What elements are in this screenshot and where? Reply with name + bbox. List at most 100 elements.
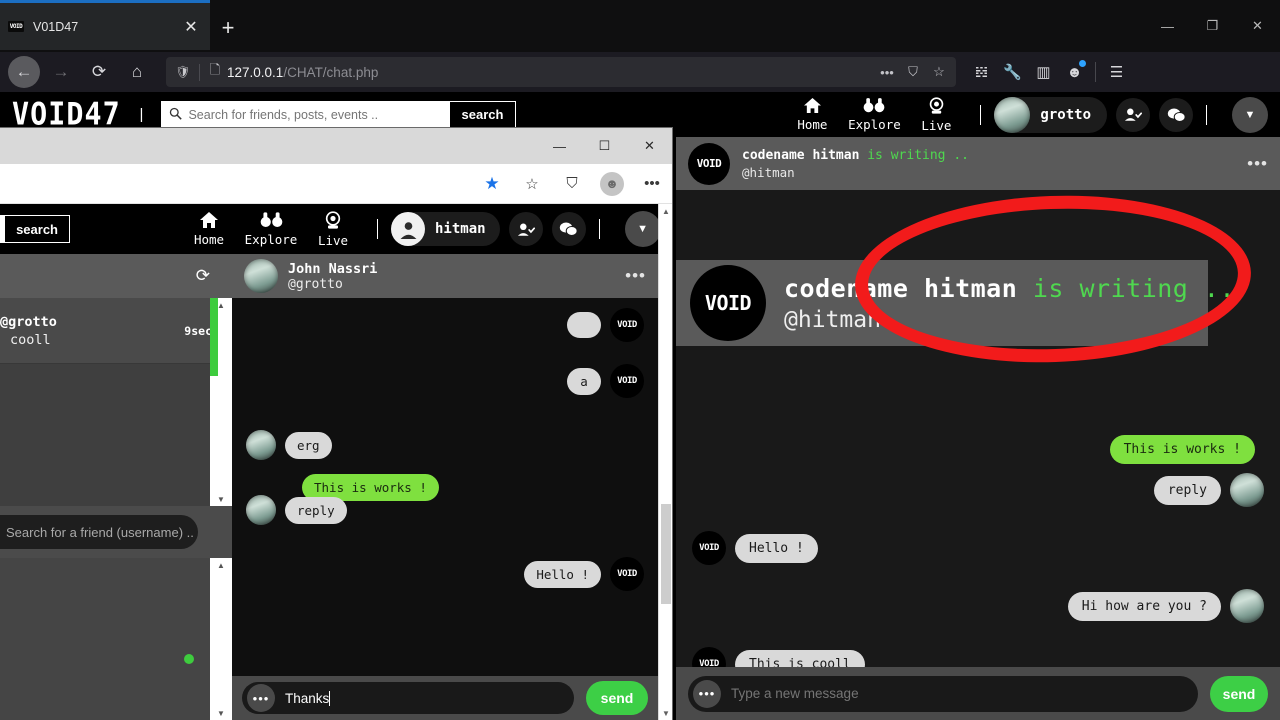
chevron-down-icon[interactable]: ▼ [624,211,661,247]
message-row: Hi how are you ? [692,589,1264,623]
scrollbar-thumb[interactable] [661,504,671,604]
message-input-text[interactable]: Thanks [285,690,574,706]
inner-site-search[interactable]: search [0,215,70,243]
attachment-dots-icon[interactable]: ••• [247,684,275,712]
friend-search-input[interactable]: Search for a friend (username) .. [0,515,198,549]
url-more-icon[interactable]: ••• [874,65,900,80]
more-options-icon[interactable]: ••• [632,164,672,204]
conversation-time: 9sec [184,323,212,338]
close-icon[interactable]: ✕ [627,128,672,164]
send-button[interactable]: send [586,681,648,715]
nav-item-home[interactable]: Home [781,97,843,132]
tools-wrench-icon[interactable]: 🔧 [997,56,1028,88]
scroll-down-arrow-icon[interactable]: ▼ [659,706,673,720]
bookmark-filled-icon[interactable]: ★ [472,164,512,204]
void-avatar: VOID [1230,196,1264,230]
scroll-up-arrow-icon[interactable]: ▲ [659,204,673,218]
forward-icon[interactable]: → [44,56,78,88]
url-path: /CHAT/chat.php [283,64,379,80]
reload-icon[interactable]: ⟳ [82,56,116,88]
maximize-icon[interactable]: ❐ [1190,6,1235,46]
right-chat-name: codename hitman [742,147,860,163]
messages-icon[interactable] [1159,97,1193,132]
search-icon [162,107,188,123]
back-icon[interactable]: ← [8,56,40,88]
nav-item-explore[interactable]: Explore [240,211,302,247]
refresh-icon[interactable]: ⟳ [196,266,210,286]
profile-icon[interactable]: ☻ [592,164,632,204]
conversation-list-scrollbar[interactable]: ▲ ▼ [210,298,232,506]
right-chat-title: codename hitman is writing .. [742,148,969,163]
message-field[interactable]: ••• [688,675,1198,712]
message-bubble: This is works ! [1109,435,1255,464]
scroll-down-arrow-icon[interactable]: ▼ [212,706,230,720]
friend-list-scrollbar[interactable]: ▲ ▼ [210,558,232,720]
conversation-preview: cooll [10,331,51,348]
minimize-icon[interactable]: — [537,128,582,164]
home-icon[interactable]: ⌂ [120,56,154,88]
more-options-icon[interactable]: ••• [625,266,646,286]
inner-user-menu[interactable]: hitman [391,212,500,246]
message-bubble [1187,200,1221,226]
message-bubble: Hello ! [735,533,818,563]
message-input[interactable] [731,686,1198,701]
nav-divider-2 [598,219,600,239]
account-icon[interactable]: ☻ [1059,56,1090,88]
message-row: a VOID [246,364,644,398]
message-bubble [567,312,601,338]
avatar [246,495,276,525]
maximize-icon[interactable]: ☐ [582,128,627,164]
minimize-icon[interactable]: — [1145,6,1190,46]
inner-page-scrollbar[interactable]: ▲ ▼ [658,204,672,720]
url-host: 127.0.0.1 [227,64,284,80]
new-tab-button[interactable]: + [214,14,242,42]
send-button[interactable]: send [1210,675,1268,712]
inner-chat-header-text: John Nassri @grotto [288,261,377,292]
right-chat-header-text: codename hitman is writing .. @hitman [742,148,969,180]
site-logo[interactable]: VOID47 [12,99,121,130]
inner-left-panel: ⟳ @grotto cooll 9sec ▲ ▼ Search for a fr… [0,254,232,720]
nav-item-home[interactable]: Home [178,211,240,247]
tab-close-icon[interactable]: ✕ [180,16,202,38]
browser-tab[interactable]: VOID V01D47 ✕ [0,3,210,50]
user-menu[interactable]: grotto [994,96,1107,133]
void-avatar: VOID [690,265,766,341]
url-bar[interactable]: 🛡 🗋 127.0.0.1/CHAT/chat.php ••• ⛉ ☆ [166,57,956,87]
scroll-up-arrow-icon[interactable]: ▲ [212,558,230,572]
library-icon[interactable]: 𝍌 [966,56,997,88]
conversation-text: @grotto cooll [0,314,184,348]
browser-navbar: ← → ⟳ ⌂ 🛡 🗋 127.0.0.1/CHAT/chat.php ••• … [0,52,1280,92]
shield-icon[interactable]: 🛡 [170,65,196,79]
bookmark-star-icon[interactable]: ☆ [926,64,952,80]
inner-chat-handle: @grotto [288,276,343,292]
nav-item-live[interactable]: Live [905,96,967,133]
chevron-down-icon[interactable]: ▼ [1232,96,1268,133]
search-input[interactable] [188,107,450,122]
list-item[interactable]: @grotto cooll 9sec [0,298,232,364]
avatar [391,212,425,246]
pocket-icon[interactable]: ⛉ [900,64,926,80]
close-icon[interactable]: ✕ [1235,6,1280,46]
favorites-icon[interactable]: ☆ [512,164,552,204]
add-friend-icon[interactable] [1116,97,1150,132]
site-search[interactable]: search [161,100,517,129]
search-button[interactable]: search [449,101,516,128]
message-field[interactable]: ••• Thanks [242,682,574,714]
collections-icon[interactable]: ⛉ [552,164,592,204]
scrollbar-thumb[interactable] [210,298,218,376]
nav-item-live[interactable]: Live [302,210,364,248]
messages-icon[interactable] [551,212,586,246]
add-friend-icon[interactable] [508,212,543,246]
attachment-dots-icon[interactable]: ••• [693,679,721,708]
tab-title: V01D47 [33,19,79,34]
more-options-icon[interactable]: ••• [1247,154,1268,174]
nav-label-home: Home [193,232,225,247]
site-nav: Home Explore Live grotto ▼ [781,96,1280,133]
zoom-callout-text: codename hitman is writing .. @hitman [784,274,1235,333]
sidebar-icon[interactable]: ▥ [1028,56,1059,88]
menu-hamburger-icon[interactable]: ☰ [1101,56,1132,88]
nav-item-explore[interactable]: Explore [843,97,905,132]
inner-search-button[interactable]: search [5,216,69,242]
avatar [246,430,276,460]
scroll-down-arrow-icon[interactable]: ▼ [212,492,230,506]
